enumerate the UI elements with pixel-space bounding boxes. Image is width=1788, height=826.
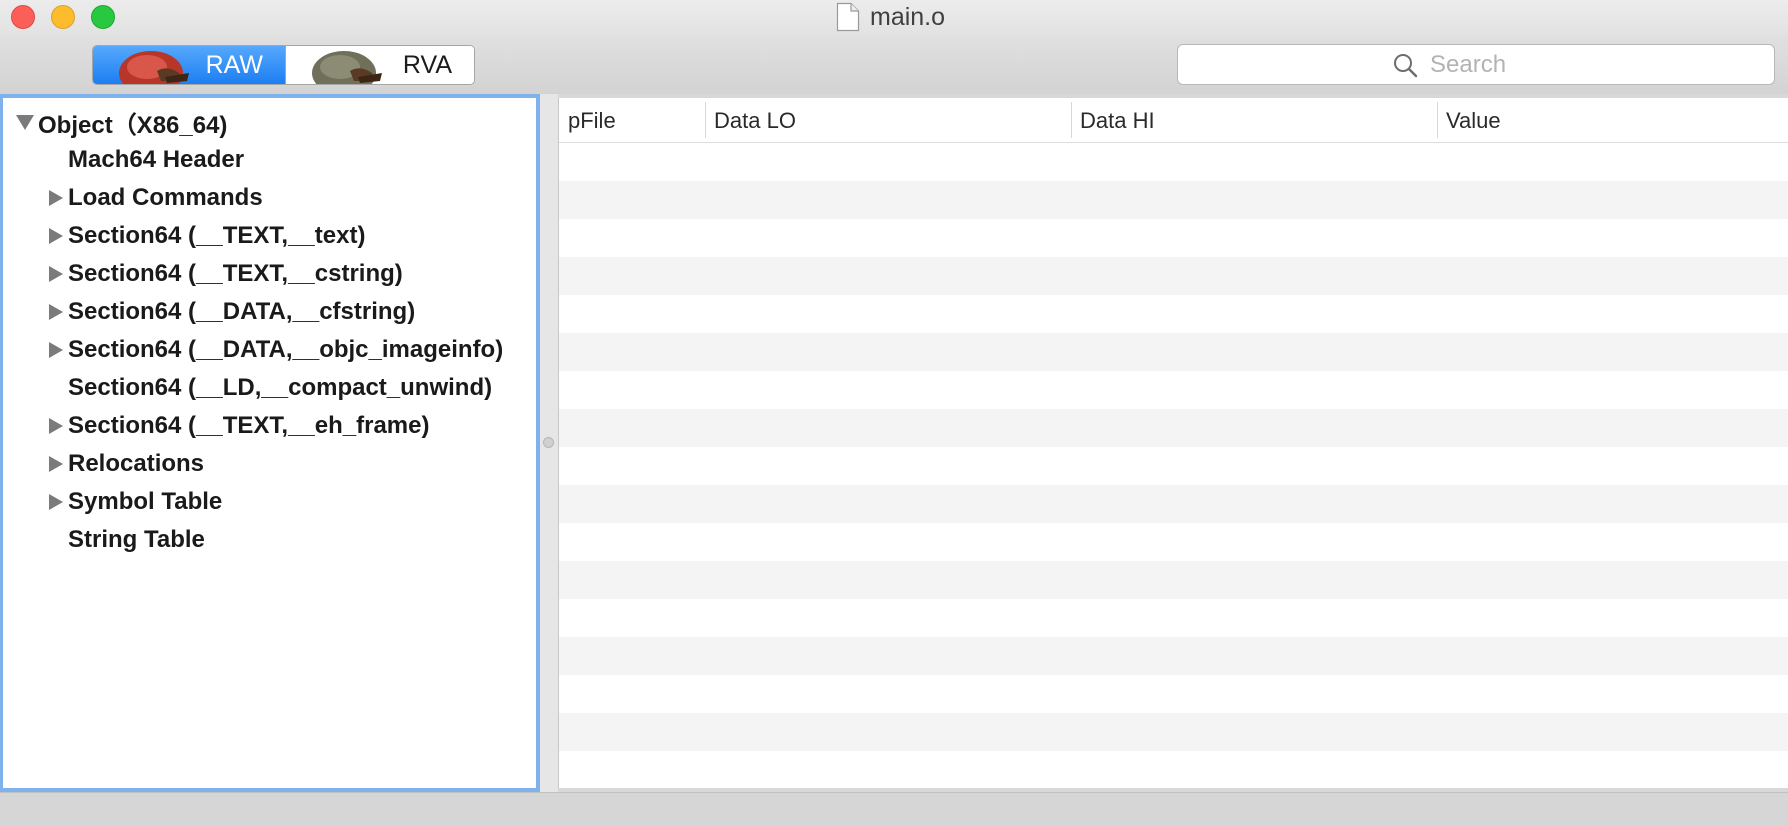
outline-item-section-text-text[interactable]: Section64 (__TEXT,__text) [49,217,366,255]
table-row[interactable] [559,637,1788,675]
window-title-group: main.o [836,2,945,32]
disclosure-triangle-icon[interactable] [49,266,63,282]
outline-item-section-text-cstring[interactable]: Section64 (__TEXT,__cstring) [49,255,403,293]
outline-item-label: String Table [68,526,205,553]
zoom-window-button[interactable] [91,5,115,29]
disclosure-triangle-icon[interactable] [49,304,63,320]
outline-item-section-data-objc-imageinfo[interactable]: Section64 (__DATA,__objc_imageinfo) [49,331,504,369]
table-header: pFile Data LO Data HI Value [559,98,1788,143]
outline-item-string-table[interactable]: String Table [68,521,205,559]
minimize-window-button[interactable] [51,5,75,29]
disclosure-triangle-icon[interactable] [49,342,63,358]
search-icon [1394,53,1418,77]
table-row[interactable] [559,143,1788,181]
table-row[interactable] [559,751,1788,788]
outline-item-mach64-header[interactable]: Mach64 Header [68,141,244,179]
table-row[interactable] [559,561,1788,599]
outline-item-section-ld-compact-unwind[interactable]: Section64 (__LD,__compact_unwind) [68,369,492,407]
outline-item-label: Object（X86_64) [38,111,228,139]
column-header-value[interactable]: Value [1437,98,1788,143]
outline-item-label: Relocations [68,450,205,477]
outline-item-label: Section64 (__LD,__compact_unwind) [68,374,493,401]
outline-item-label: Symbol Table [68,488,223,515]
window-title: main.o [870,2,946,31]
toolbar: RAW RVA [0,36,1788,94]
table-row[interactable] [559,295,1788,333]
app-window: main.o RAW RVA Search Object（X86_64) Mac… [0,0,1788,826]
table-row[interactable] [559,485,1788,523]
table-row[interactable] [559,333,1788,371]
outline-item-symbol-table[interactable]: Symbol Table [49,483,223,521]
raw-mode-image [119,51,189,84]
outline-item-load-commands[interactable]: Load Commands [49,179,263,217]
column-header-label: pFile [568,107,616,133]
document-icon [836,2,860,32]
table-row[interactable] [559,257,1788,295]
rva-mode-label: RVA [402,50,452,79]
table-row[interactable] [559,599,1788,637]
raw-mode-button[interactable]: RAW [93,46,286,84]
table-row[interactable] [559,181,1788,219]
disclosure-triangle-icon[interactable] [49,456,63,472]
outline-item-label: Section64 (__DATA,__objc_imageinfo) [68,336,504,363]
outline-item-section-data-cfstring[interactable]: Section64 (__DATA,__cfstring) [49,293,416,331]
table-row[interactable] [559,409,1788,447]
disclosure-triangle-icon[interactable] [49,228,63,244]
table-row[interactable] [559,713,1788,751]
table-row[interactable] [559,675,1788,713]
outline-item-relocations[interactable]: Relocations [49,445,205,483]
close-window-button[interactable] [11,5,35,29]
data-table[interactable]: pFile Data LO Data HI Value [558,98,1788,788]
rva-mode-button[interactable]: RVA [285,46,474,84]
outline-item-label: Mach64 Header [68,146,245,173]
outline-item-section-text-eh-frame[interactable]: Section64 (__TEXT,__eh_frame) [49,407,430,445]
column-header-label: Data LO [714,107,796,133]
bottom-status-bar [0,792,1788,826]
outline-item-label: Section64 (__TEXT,__cstring) [68,260,403,287]
disclosure-triangle-icon[interactable] [49,418,63,434]
table-row[interactable] [559,219,1788,257]
outline-item-object[interactable]: Object（X86_64) [16,103,228,141]
column-header-pfile[interactable]: pFile [559,98,705,143]
title-bar: main.o [0,0,1788,36]
search-input[interactable] [1430,50,1560,79]
table-row[interactable] [559,523,1788,561]
column-header-data-lo[interactable]: Data LO [705,98,1071,143]
rva-mode-image [311,51,382,84]
outline-item-label: Load Commands [68,184,263,211]
raw-mode-label: RAW [205,50,263,79]
object-outline-view[interactable]: Object（X86_64) Mach64 Header Load Comman… [0,94,540,792]
disclosure-triangle-icon[interactable] [16,115,34,130]
outline-item-label: Section64 (__DATA,__cfstring) [68,298,416,325]
column-header-label: Data HI [1080,107,1155,133]
disclosure-triangle-icon[interactable] [49,190,63,206]
address-mode-segmented-control: RAW RVA [92,45,475,85]
table-row[interactable] [559,371,1788,409]
outline-item-label: Section64 (__TEXT,__text) [68,222,366,249]
outline-item-label: Section64 (__TEXT,__eh_frame) [68,412,430,439]
disclosure-triangle-icon[interactable] [49,494,63,510]
column-header-label: Value [1446,107,1501,133]
search-field[interactable] [1177,44,1775,85]
table-row[interactable] [559,447,1788,485]
split-view-handle[interactable] [543,437,554,448]
column-header-data-hi[interactable]: Data HI [1071,98,1437,143]
